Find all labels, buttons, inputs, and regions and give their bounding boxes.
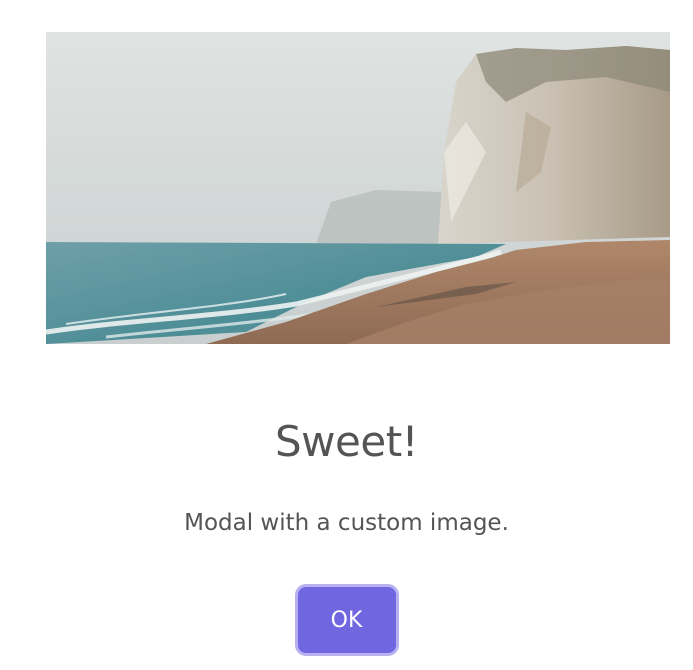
modal-title: Sweet! [275, 417, 419, 466]
modal-actions: OK [0, 584, 693, 653]
modal-image [46, 32, 670, 344]
modal-text: Modal with a custom image. [184, 510, 509, 536]
modal-popup: Sweet! Modal with a custom image. OK [0, 0, 693, 670]
coastal-cliff-photo [46, 32, 670, 344]
ok-button[interactable]: OK [297, 587, 396, 653]
